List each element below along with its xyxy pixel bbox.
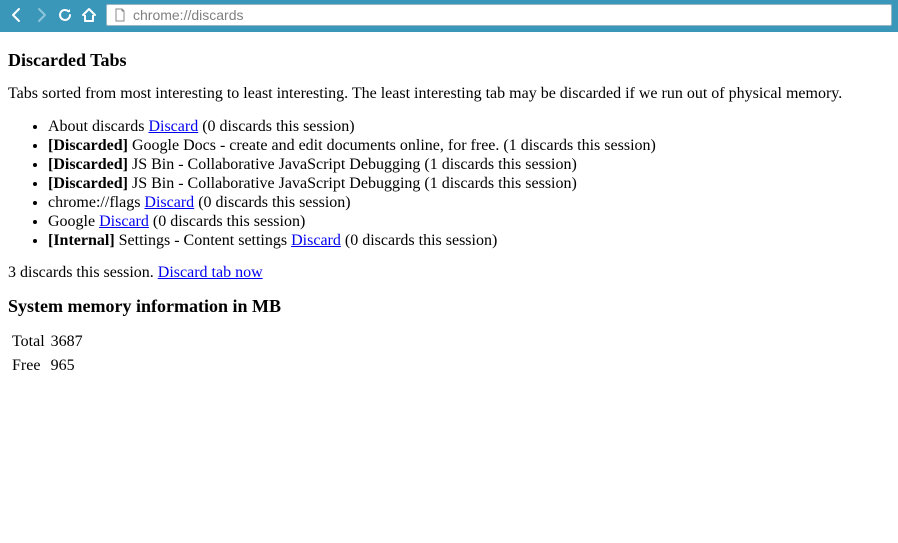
tab-title: JS Bin - Collaborative JavaScript Debugg… bbox=[132, 175, 420, 192]
address-bar-url: chrome://discards bbox=[133, 8, 243, 22]
tab-discard-count: (0 discards this session) bbox=[153, 213, 305, 230]
discard-summary: 3 discards this session. Discard tab now bbox=[8, 264, 890, 282]
tabs-list: About discards Discard (0 discards this … bbox=[8, 117, 890, 250]
memory-table: Total3687Free965 bbox=[12, 331, 89, 379]
tab-prefix: [Discarded] bbox=[48, 137, 128, 154]
memory-label: Free bbox=[12, 355, 51, 379]
tab-discard-count: (0 discards this session) bbox=[202, 118, 354, 135]
memory-row: Free965 bbox=[12, 355, 89, 379]
reload-button[interactable] bbox=[54, 4, 76, 26]
tab-discard-count: (1 discards this session) bbox=[503, 137, 655, 154]
tab-row: About discards Discard (0 discards this … bbox=[48, 117, 890, 136]
discard-link[interactable]: Discard bbox=[99, 213, 149, 230]
tab-prefix: [Internal] bbox=[48, 232, 115, 249]
memory-row: Total3687 bbox=[12, 331, 89, 355]
page-icon bbox=[113, 8, 127, 22]
discard-link[interactable]: Discard bbox=[291, 232, 341, 249]
intro-text: Tabs sorted from most interesting to lea… bbox=[8, 85, 890, 103]
back-button[interactable] bbox=[6, 4, 28, 26]
discarded-tabs-heading: Discarded Tabs bbox=[8, 50, 890, 71]
discard-link[interactable]: Discard bbox=[148, 118, 198, 135]
tab-discard-count: (0 discards this session) bbox=[345, 232, 497, 249]
tab-row: chrome://flags Discard (0 discards this … bbox=[48, 193, 890, 212]
browser-toolbar: chrome://discards bbox=[0, 0, 898, 30]
tab-title: JS Bin - Collaborative JavaScript Debugg… bbox=[132, 156, 420, 173]
memory-value: 3687 bbox=[51, 331, 89, 355]
tab-discard-count: (1 discards this session) bbox=[424, 156, 576, 173]
tab-title: chrome://flags bbox=[48, 194, 140, 211]
tab-row: Google Discard (0 discards this session) bbox=[48, 212, 890, 231]
tab-prefix: [Discarded] bbox=[48, 156, 128, 173]
discard-now-link[interactable]: Discard tab now bbox=[158, 264, 263, 281]
memory-label: Total bbox=[12, 331, 51, 355]
tab-title: Google Docs - create and edit documents … bbox=[132, 137, 499, 154]
memory-value: 965 bbox=[51, 355, 89, 379]
address-bar[interactable]: chrome://discards bbox=[106, 4, 892, 26]
home-button[interactable] bbox=[78, 4, 100, 26]
tab-discard-count: (1 discards this session) bbox=[424, 175, 576, 192]
tab-row: [Discarded] JS Bin - Collaborative JavaS… bbox=[48, 174, 890, 193]
tab-title: About discards bbox=[48, 118, 144, 135]
tab-row: [Discarded] Google Docs - create and edi… bbox=[48, 136, 890, 155]
tab-title: Google bbox=[48, 213, 95, 230]
tab-row: [Internal] Settings - Content settings D… bbox=[48, 231, 890, 250]
tab-discard-count: (0 discards this session) bbox=[198, 194, 350, 211]
discard-link[interactable]: Discard bbox=[144, 194, 194, 211]
memory-heading: System memory information in MB bbox=[8, 296, 890, 317]
discard-summary-text: 3 discards this session. bbox=[8, 264, 154, 281]
page-content: Discarded Tabs Tabs sorted from most int… bbox=[0, 32, 898, 379]
tab-prefix: [Discarded] bbox=[48, 175, 128, 192]
tab-title: Settings - Content settings bbox=[119, 232, 287, 249]
forward-button[interactable] bbox=[30, 4, 52, 26]
tab-row: [Discarded] JS Bin - Collaborative JavaS… bbox=[48, 155, 890, 174]
